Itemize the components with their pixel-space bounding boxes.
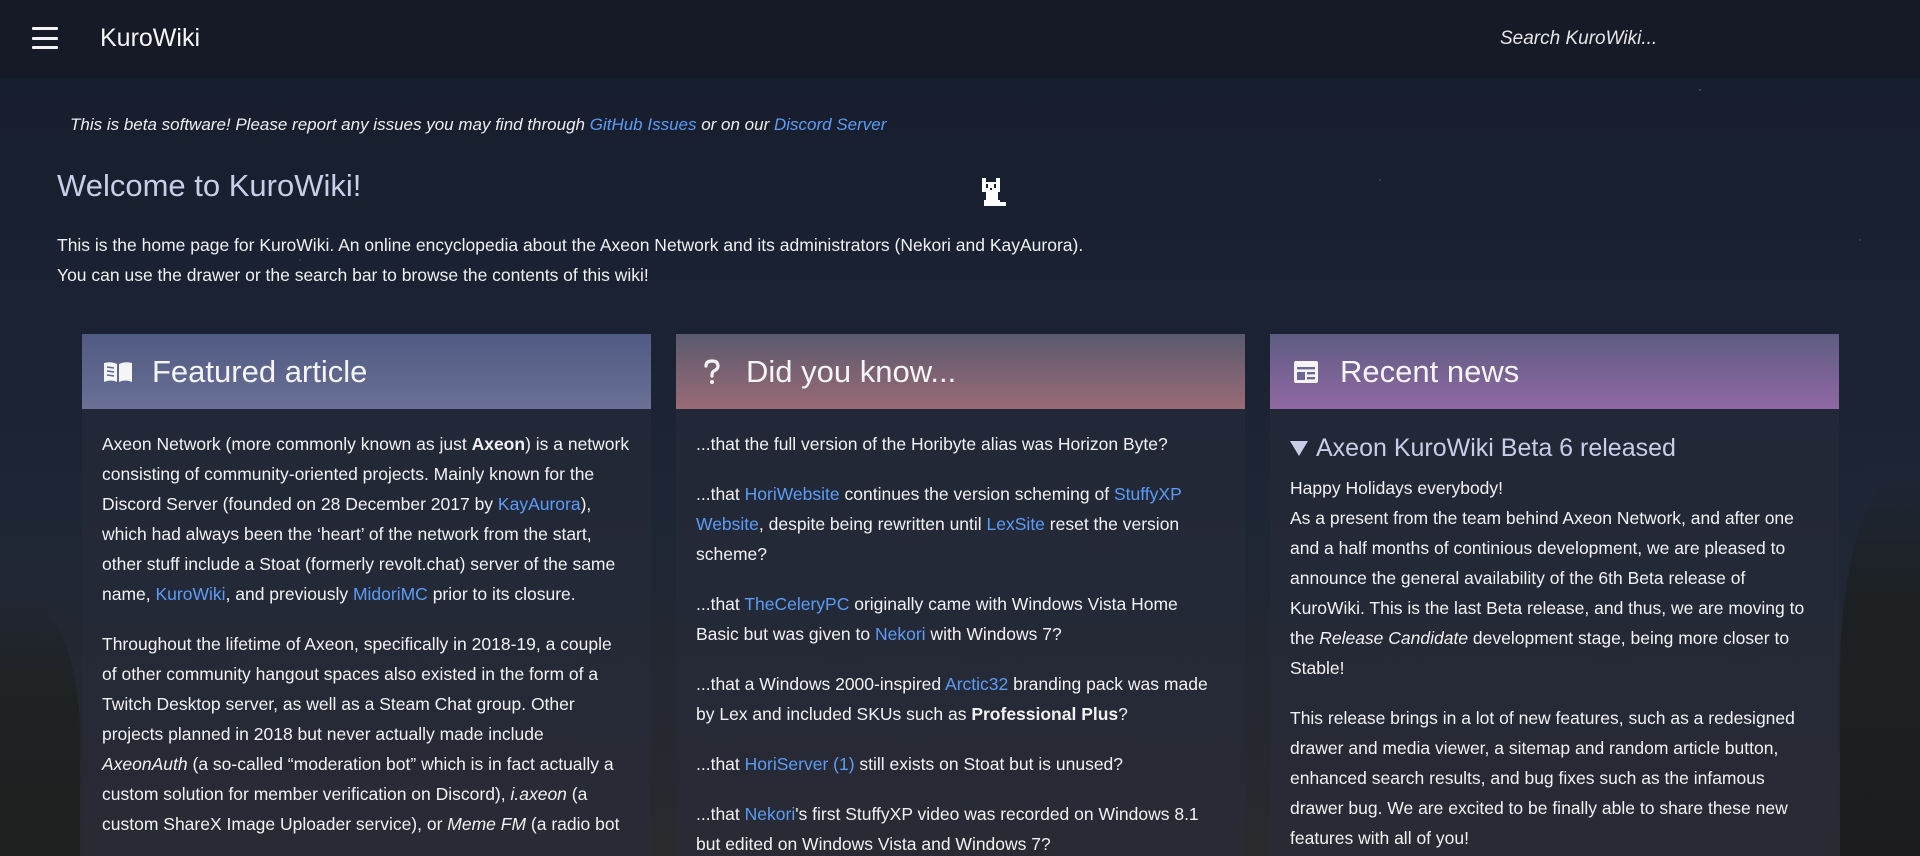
- lexsite-link[interactable]: LexSite: [987, 514, 1045, 534]
- newspaper-icon: [1290, 356, 1322, 388]
- featured-article-title: Featured article: [152, 353, 368, 389]
- arctic32-link[interactable]: Arctic32: [945, 674, 1008, 694]
- fact-1: ...that the full version of the Horibyte…: [696, 434, 1168, 454]
- discord-server-link[interactable]: Discord Server: [774, 115, 886, 134]
- featured-paragraph-1: Axeon Network (more commonly known as ju…: [102, 434, 630, 604]
- news-item-toggle[interactable]: Axeon KuroWiki Beta 6 released: [1290, 433, 1819, 463]
- did-you-know-body: ...that the full version of the Horibyte…: [676, 409, 1245, 856]
- recent-news-header: Recent news: [1270, 334, 1839, 409]
- did-you-know-title: Did you know...: [746, 353, 957, 389]
- fact-6: ...that Nekori's first StuffyXP video wa…: [696, 804, 1199, 854]
- intro-text: This is the home page for KuroWiki. An o…: [57, 235, 1084, 285]
- app-title[interactable]: KuroWiki: [100, 24, 200, 53]
- featured-article-card: Featured article Axeon Network (more com…: [82, 334, 651, 856]
- fact-4: ...that a Windows 2000-inspired Arctic32…: [696, 674, 1208, 724]
- thecelerypc-link[interactable]: TheCeleryPC: [744, 594, 849, 614]
- book-open-icon: [102, 356, 134, 388]
- recent-news-card: Recent news Axeon KuroWiki Beta 6 releas…: [1270, 334, 1839, 856]
- cat-mascot-icon: [982, 178, 1006, 206]
- menu-icon[interactable]: [32, 27, 58, 49]
- featured-article-body: Axeon Network (more commonly known as ju…: [82, 409, 651, 839]
- search-input[interactable]: [1486, 20, 1886, 58]
- recent-news-body: Axeon KuroWiki Beta 6 released Happy Hol…: [1270, 409, 1839, 853]
- github-issues-link[interactable]: GitHub Issues: [590, 115, 697, 134]
- fact-5: ...that HoriServer (1) still exists on S…: [696, 754, 1124, 774]
- news-greeting: Happy Holidays everybody!: [1290, 478, 1504, 498]
- news-paragraph-2: This release brings in a lot of new feat…: [1290, 708, 1795, 848]
- top-app-bar: KuroWiki: [0, 0, 1920, 78]
- news-item-title: Axeon KuroWiki Beta 6 released: [1316, 434, 1676, 462]
- fact-3: ...that TheCeleryPC originally came with…: [696, 594, 1178, 644]
- featured-paragraph-2: Throughout the lifetime of Axeon, specif…: [102, 634, 620, 834]
- fact-2: ...that HoriWebsite continues the versio…: [696, 484, 1182, 564]
- nekori-link[interactable]: Nekori: [875, 624, 926, 644]
- expand-triangle-icon: [1290, 440, 1308, 456]
- beta-notice: This is beta software! Please report any…: [70, 115, 887, 134]
- did-you-know-header: Did you know...: [676, 334, 1245, 409]
- news-paragraph-1: As a present from the team behind Axeon …: [1290, 508, 1805, 678]
- horiserver-link[interactable]: HoriServer (1): [745, 754, 855, 774]
- midorimc-link[interactable]: MidoriMC: [353, 584, 428, 604]
- kayaurora-link[interactable]: KayAurora: [498, 494, 581, 514]
- did-you-know-card: Did you know... ...that the full version…: [676, 334, 1245, 856]
- featured-article-header: Featured article: [82, 334, 651, 409]
- background-hill-right: [1840, 476, 1920, 856]
- recent-news-title: Recent news: [1340, 353, 1520, 389]
- horiwebsite-link[interactable]: HoriWebsite: [745, 484, 840, 504]
- kurowiki-link[interactable]: KuroWiki: [156, 584, 226, 604]
- question-mark-icon: [696, 356, 728, 388]
- nekori-link-2[interactable]: Nekori: [745, 804, 796, 824]
- background-hill-left: [0, 596, 80, 856]
- page-title: Welcome to KuroWiki!: [57, 168, 362, 203]
